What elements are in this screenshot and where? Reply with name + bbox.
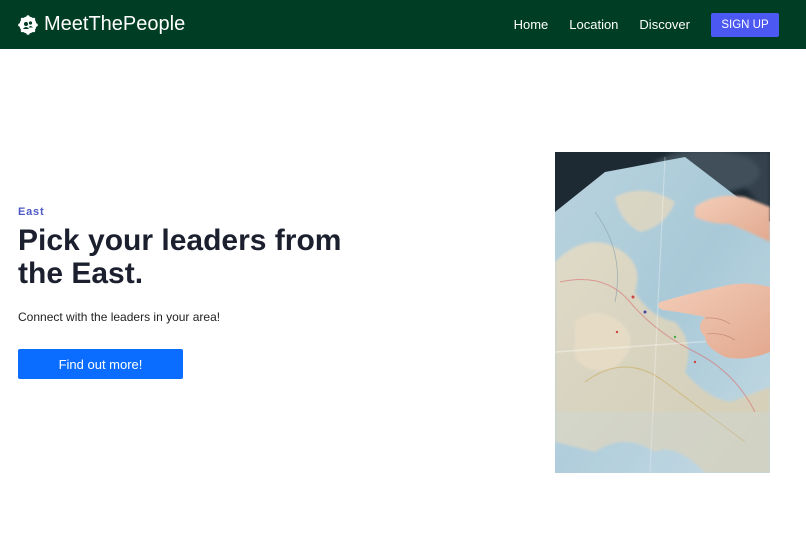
hero-headline: Pick your leaders from the East. [18, 224, 342, 290]
hero-eyebrow: East [18, 206, 45, 218]
hero-text-block: East Pick your leaders from the East. Co… [18, 206, 398, 379]
map-with-pointing-hand-photo [555, 152, 770, 473]
nav-location-link[interactable]: Location [569, 17, 618, 32]
people-logo-icon [18, 14, 38, 35]
hero-subtext: Connect with the leaders in your area! [18, 310, 221, 324]
brand-logo-link[interactable]: MeetThePeople [18, 0, 185, 49]
main-nav: Home Location Discover SIGN UP [514, 0, 806, 49]
sign-up-button[interactable]: SIGN UP [711, 12, 779, 37]
nav-home-link[interactable]: Home [514, 17, 549, 32]
nav-discover-link[interactable]: Discover [639, 17, 690, 32]
find-out-more-button[interactable]: Find out more! [18, 349, 183, 379]
top-navbar: MeetThePeople Home Location Discover SIG… [0, 0, 806, 49]
brand-name: MeetThePeople [44, 13, 186, 35]
